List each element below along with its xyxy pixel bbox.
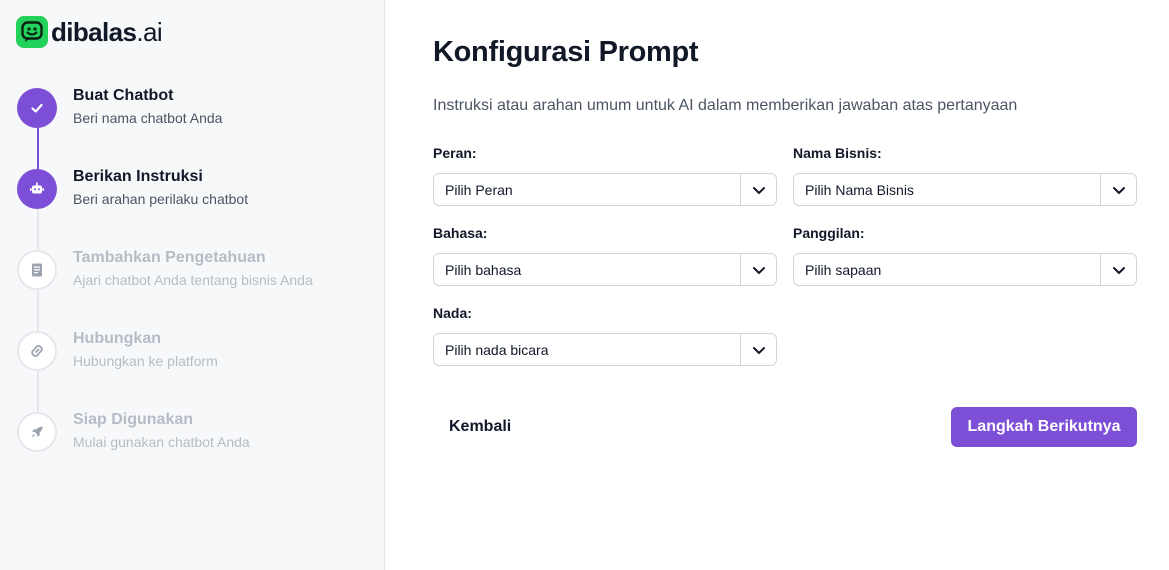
progress-line	[37, 209, 39, 251]
nama-bisnis-select[interactable]: Pilih Nama Bisnis	[793, 173, 1137, 206]
page-description: Instruksi atau arahan umum untuk AI dala…	[433, 97, 1018, 114]
step-tambahkan-pengetahuan[interactable]: Tambahkan Pengetahuan Ajari chatbot Anda…	[17, 249, 377, 292]
robot-icon	[17, 169, 57, 209]
check-icon	[17, 88, 57, 128]
chevron-down-icon[interactable]	[740, 254, 776, 285]
link-icon	[17, 331, 57, 371]
rocket-icon	[17, 412, 57, 452]
step-buat-chatbot[interactable]: Buat Chatbot Beri nama chatbot Anda	[17, 87, 377, 130]
step-subtitle: Hubungkan ke platform	[73, 353, 218, 369]
step-hubungkan[interactable]: Hubungkan Hubungkan ke platform	[17, 330, 377, 373]
progress-line	[37, 290, 39, 332]
bahasa-select[interactable]: Pilih bahasa	[433, 253, 777, 286]
field-label: Nada:	[433, 305, 472, 321]
step-subtitle: Beri arahan perilaku chatbot	[73, 191, 249, 207]
field-bahasa: Bahasa: Pilih bahasa	[433, 225, 777, 286]
field-label: Nama Bisnis:	[793, 145, 882, 161]
brand-logo[interactable]: dibalas.ai	[16, 16, 163, 48]
progress-line	[37, 371, 39, 413]
step-subtitle: Ajari chatbot Anda tentang bisnis Anda	[73, 272, 313, 288]
step-title: Buat Chatbot	[73, 87, 174, 104]
field-label: Peran:	[433, 145, 477, 161]
select-value: Pilih Nama Bisnis	[805, 181, 914, 198]
select-value: Pilih sapaan	[805, 261, 882, 278]
chevron-down-icon[interactable]	[1100, 174, 1136, 205]
book-icon	[17, 250, 57, 290]
panggilan-select[interactable]: Pilih sapaan	[793, 253, 1137, 286]
chevron-down-icon[interactable]	[740, 174, 776, 205]
select-value: Pilih nada bicara	[445, 341, 549, 358]
step-berikan-instruksi[interactable]: Berikan Instruksi Beri arahan perilaku c…	[17, 168, 377, 211]
step-subtitle: Mulai gunakan chatbot Anda	[73, 434, 250, 450]
select-value: Pilih bahasa	[445, 261, 522, 278]
chevron-down-icon[interactable]	[740, 334, 776, 365]
step-title: Berikan Instruksi	[73, 168, 203, 185]
chevron-down-icon[interactable]	[1100, 254, 1136, 285]
step-subtitle: Beri nama chatbot Anda	[73, 110, 223, 126]
select-value: Pilih Peran	[445, 181, 513, 198]
nada-select[interactable]: Pilih nada bicara	[433, 333, 777, 366]
next-step-button[interactable]: Langkah Berikutnya	[951, 407, 1137, 447]
sidebar: dibalas.ai Buat Chatbot Beri nama chatbo…	[0, 0, 385, 570]
field-nada: Nada: Pilih nada bicara	[433, 305, 777, 366]
step-title: Hubungkan	[73, 330, 161, 347]
back-button[interactable]: Kembali	[433, 407, 527, 447]
progress-line-completed	[37, 128, 39, 170]
main-content: Konfigurasi Prompt Instruksi atau arahan…	[385, 0, 1169, 570]
page-title: Konfigurasi Prompt	[433, 36, 699, 68]
peran-select[interactable]: Pilih Peran	[433, 173, 777, 206]
step-siap-digunakan[interactable]: Siap Digunakan Mulai gunakan chatbot And…	[17, 411, 377, 454]
step-title: Tambahkan Pengetahuan	[73, 249, 266, 266]
field-peran: Peran: Pilih Peran	[433, 145, 777, 206]
smiley-logo-icon	[16, 16, 48, 48]
field-nama-bisnis: Nama Bisnis: Pilih Nama Bisnis	[793, 145, 1137, 206]
step-title: Siap Digunakan	[73, 411, 194, 428]
field-label: Panggilan:	[793, 225, 865, 241]
field-label: Bahasa:	[433, 225, 488, 241]
brand-name: dibalas.ai	[51, 16, 163, 47]
field-panggilan: Panggilan: Pilih sapaan	[793, 225, 1137, 286]
